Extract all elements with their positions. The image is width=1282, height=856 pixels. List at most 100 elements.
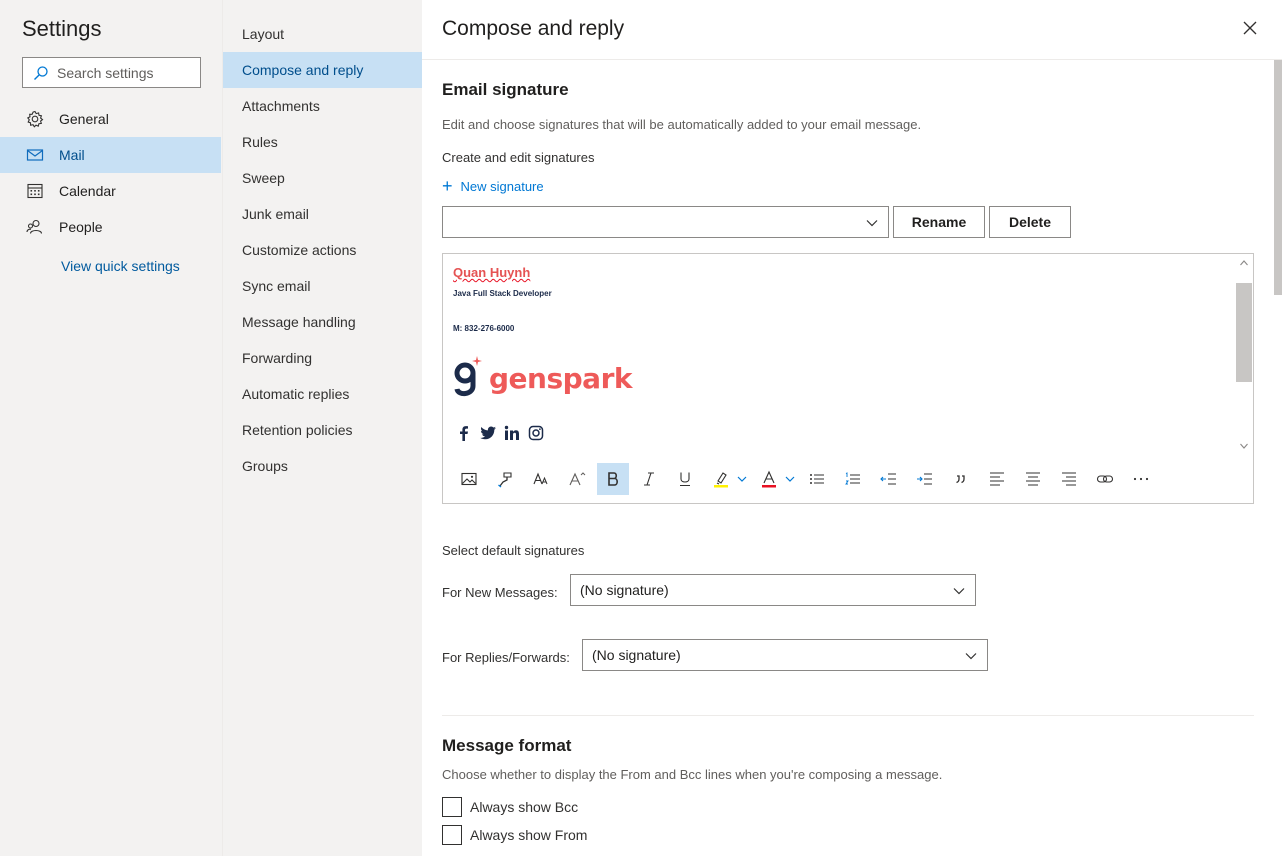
font-size-icon bbox=[533, 472, 548, 485]
facebook-icon[interactable] bbox=[455, 424, 473, 442]
new-signature-button[interactable]: + New signature bbox=[442, 177, 544, 195]
replies-forwards-label: For Replies/Forwards: bbox=[442, 650, 570, 665]
replies-select-value: (No signature) bbox=[592, 647, 681, 663]
section-layout[interactable]: Layout bbox=[223, 16, 422, 52]
signature-select[interactable] bbox=[442, 206, 889, 238]
numbering-button[interactable] bbox=[837, 463, 869, 495]
twitter-icon[interactable] bbox=[479, 424, 497, 442]
signature-phone: M: 832-276-6000 bbox=[453, 324, 515, 333]
email-signature-heading: Email signature bbox=[442, 80, 569, 99]
decrease-indent-button[interactable] bbox=[873, 463, 905, 495]
font-color-button[interactable] bbox=[753, 463, 785, 495]
settings-title: Settings bbox=[22, 16, 102, 41]
nav-item-mail[interactable]: Mail bbox=[0, 137, 221, 173]
checkbox-box[interactable] bbox=[442, 797, 462, 817]
nav-item-people[interactable]: People bbox=[0, 209, 221, 245]
header-divider bbox=[422, 59, 1282, 60]
signature-editor[interactable]: Quan Huynh Java Full Stack Developer M: … bbox=[442, 253, 1254, 504]
new-signature-label: New signature bbox=[460, 178, 544, 194]
nav-label-calendar: Calendar bbox=[59, 183, 116, 199]
section-forwarding[interactable]: Forwarding bbox=[223, 340, 422, 376]
nav-item-general[interactable]: General bbox=[0, 101, 221, 137]
section-groups[interactable]: Groups bbox=[223, 448, 422, 484]
nav-item-calendar[interactable]: Calendar bbox=[0, 173, 221, 209]
numbering-icon bbox=[845, 472, 860, 485]
section-attachments[interactable]: Attachments bbox=[223, 88, 422, 124]
highlight-button[interactable] bbox=[705, 463, 737, 495]
font-size-button[interactable] bbox=[525, 463, 557, 495]
insert-image-button[interactable] bbox=[453, 463, 485, 495]
link-icon bbox=[1096, 475, 1114, 483]
instagram-icon[interactable] bbox=[527, 424, 545, 442]
signature-role: Java Full Stack Developer bbox=[453, 289, 552, 298]
bold-button[interactable] bbox=[597, 463, 629, 495]
decrease-indent-icon bbox=[880, 473, 896, 485]
mail-sections-pane: Layout Compose and reply Attachments Rul… bbox=[222, 0, 422, 856]
font-color-icon bbox=[762, 470, 776, 488]
section-customize-actions[interactable]: Customize actions bbox=[223, 232, 422, 268]
new-messages-signature-select[interactable]: (No signature) bbox=[570, 574, 976, 606]
delete-button[interactable]: Delete bbox=[989, 206, 1071, 238]
scroll-up-icon[interactable] bbox=[1239, 258, 1249, 268]
section-rules[interactable]: Rules bbox=[223, 124, 422, 160]
editor-scrollbar[interactable] bbox=[1235, 254, 1253, 454]
link-button[interactable] bbox=[1089, 463, 1121, 495]
genspark-logo-text: genspark bbox=[489, 362, 633, 395]
gear-icon bbox=[26, 110, 44, 128]
section-compose-and-reply[interactable]: Compose and reply bbox=[223, 52, 422, 88]
linkedin-icon[interactable] bbox=[503, 424, 521, 442]
quote-icon bbox=[956, 475, 965, 484]
new-messages-label: For New Messages: bbox=[442, 585, 558, 600]
section-sweep[interactable]: Sweep bbox=[223, 160, 422, 196]
more-options-button[interactable] bbox=[1125, 463, 1157, 495]
always-show-bcc-checkbox[interactable]: Always show Bcc bbox=[442, 797, 578, 817]
section-retention-policies[interactable]: Retention policies bbox=[223, 412, 422, 448]
editor-scroll-thumb[interactable] bbox=[1236, 283, 1252, 382]
search-input[interactable] bbox=[57, 64, 197, 81]
bullets-icon bbox=[810, 474, 824, 484]
section-sync-email[interactable]: Sync email bbox=[223, 268, 422, 304]
italic-button[interactable] bbox=[633, 463, 665, 495]
align-right-button[interactable] bbox=[1053, 463, 1085, 495]
chevron-down-icon bbox=[953, 588, 965, 595]
highlight-dropdown[interactable] bbox=[735, 463, 749, 495]
underline-icon bbox=[680, 472, 690, 487]
section-divider bbox=[442, 715, 1254, 716]
people-icon bbox=[26, 219, 43, 234]
close-icon[interactable] bbox=[1240, 18, 1260, 38]
underline-button[interactable] bbox=[669, 463, 701, 495]
checkbox-box[interactable] bbox=[442, 825, 462, 845]
search-icon bbox=[34, 65, 48, 80]
format-painter-button[interactable] bbox=[489, 463, 521, 495]
content-scrollbar[interactable] bbox=[1274, 60, 1282, 295]
nav-label-people: People bbox=[59, 219, 103, 235]
chevron-down-icon bbox=[866, 220, 878, 227]
section-message-handling[interactable]: Message handling bbox=[223, 304, 422, 340]
always-show-from-checkbox[interactable]: Always show From bbox=[442, 825, 587, 845]
italic-icon bbox=[644, 472, 654, 486]
always-show-bcc-label: Always show Bcc bbox=[470, 799, 579, 815]
rename-button[interactable]: Rename bbox=[893, 206, 985, 238]
bullets-button[interactable] bbox=[801, 463, 833, 495]
chevron-down-icon bbox=[737, 476, 747, 482]
align-left-button[interactable] bbox=[981, 463, 1013, 495]
compose-reply-content: Compose and reply Email signature Edit a… bbox=[422, 0, 1282, 856]
grow-font-button[interactable] bbox=[561, 463, 593, 495]
replies-signature-select[interactable]: (No signature) bbox=[582, 639, 988, 671]
message-format-heading: Message format bbox=[442, 736, 572, 755]
default-signatures-heading: Select default signatures bbox=[442, 543, 585, 558]
increase-indent-button[interactable] bbox=[909, 463, 941, 495]
bold-icon bbox=[608, 472, 618, 486]
search-settings-box[interactable] bbox=[22, 57, 201, 88]
font-color-dropdown[interactable] bbox=[783, 463, 797, 495]
align-center-button[interactable] bbox=[1017, 463, 1049, 495]
quote-button[interactable] bbox=[945, 463, 977, 495]
view-quick-settings-link[interactable]: View quick settings bbox=[61, 258, 180, 274]
highlight-icon bbox=[714, 472, 728, 488]
section-junk-email[interactable]: Junk email bbox=[223, 196, 422, 232]
scroll-down-icon[interactable] bbox=[1239, 441, 1249, 451]
nav-label-general: General bbox=[59, 111, 109, 127]
section-automatic-replies[interactable]: Automatic replies bbox=[223, 376, 422, 412]
more-icon bbox=[1133, 477, 1149, 481]
chevron-down-icon bbox=[965, 653, 977, 660]
